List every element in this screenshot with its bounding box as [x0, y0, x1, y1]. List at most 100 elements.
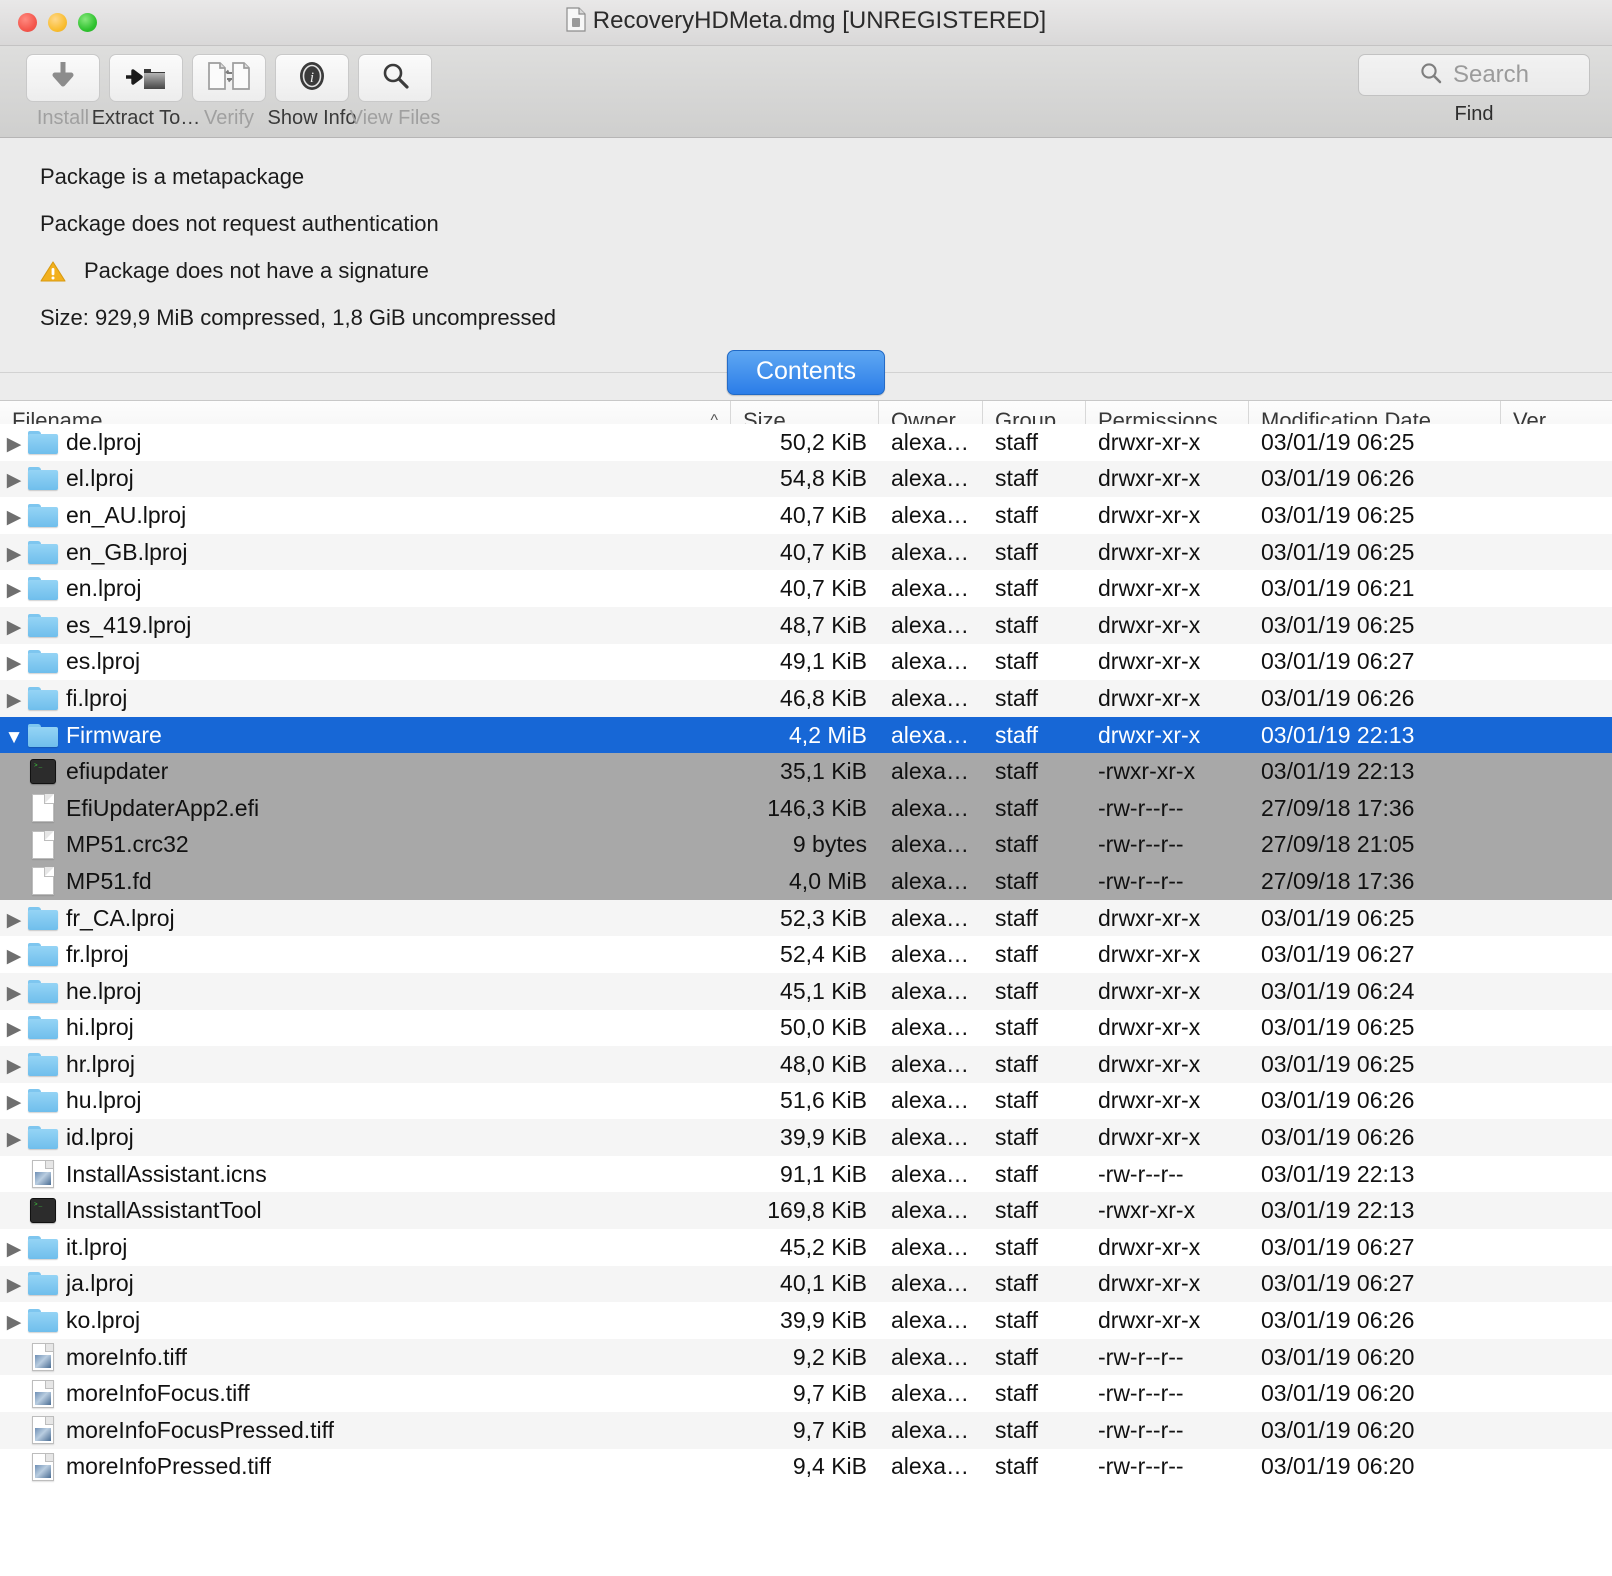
show-info-button-face[interactable]: i — [275, 54, 349, 102]
table-row[interactable]: ▶ el.lproj 54,8 KiB alexa… staff drwxr-xr-x 03… — [0, 460, 1612, 498]
show-info-button[interactable]: i Show Info — [268, 54, 356, 130]
cell-filename[interactable]: ▶ id.lproj — [0, 1119, 731, 1156]
cell-filename[interactable]: ▶ el.lproj — [0, 461, 731, 498]
zoom-button[interactable] — [78, 13, 97, 32]
disclosure-triangle[interactable]: ▶ — [0, 502, 28, 529]
table-row[interactable]: ▶ fi.lproj 46,8 KiB alexa… staff drwxr-xr-x 03… — [0, 680, 1612, 717]
cell-filename[interactable]: ▼ Firmware — [0, 717, 731, 754]
cell-filename[interactable]: InstallAssistant.icns — [0, 1156, 731, 1193]
minimize-button[interactable] — [48, 13, 67, 32]
disclosure-triangle[interactable]: ▶ — [0, 1234, 28, 1261]
search-input[interactable]: Search — [1358, 54, 1590, 96]
disclosure-triangle[interactable]: ▶ — [0, 1124, 28, 1151]
disclosure-triangle[interactable]: ▶ — [0, 539, 28, 566]
table-row[interactable]: moreInfoPressed.tiff 9,4 KiB alexa… staff -r… — [0, 1448, 1612, 1486]
filename-label: moreInfoFocus.tiff — [66, 1380, 250, 1407]
table-row[interactable]: ▶ it.lproj 45,2 KiB alexa… staff drwxr-xr-x 03… — [0, 1229, 1612, 1266]
tab-contents[interactable]: Contents — [726, 350, 886, 395]
table-row[interactable]: EfiUpdaterApp2.efi 146,3 KiB alexa… staff -r… — [0, 789, 1612, 827]
table-row[interactable]: ▶ hu.lproj 51,6 KiB alexa… staff drwxr-xr-x 03… — [0, 1082, 1612, 1120]
table-row[interactable]: ▶ id.lproj 39,9 KiB alexa… staff drwxr-xr-x 03… — [0, 1119, 1612, 1156]
cell-filename[interactable]: ▶ fr.lproj — [0, 936, 731, 973]
window-controls[interactable] — [18, 13, 97, 32]
disclosure-triangle[interactable]: ▶ — [0, 905, 28, 932]
verify-button[interactable]: Verify — [188, 54, 270, 130]
table-row[interactable]: ▶ hr.lproj 48,0 KiB alexa… staff drwxr-xr-x 03… — [0, 1046, 1612, 1083]
verify-button-face[interactable] — [192, 54, 266, 102]
cell-filename[interactable]: ▶ hi.lproj — [0, 1010, 731, 1047]
image-file-icon — [32, 1452, 54, 1481]
cell-filename[interactable]: ▶ es.lproj — [0, 644, 731, 681]
cell-filename[interactable]: MP51.fd — [0, 863, 731, 900]
install-button-face[interactable] — [26, 54, 100, 102]
table-row[interactable]: ▶ fr.lproj 52,4 KiB alexa… staff drwxr-xr-x 03… — [0, 936, 1612, 973]
table-row[interactable]: ▶ de.lproj 50,2 KiB alexa… staff drwxr-xr-x 03… — [0, 424, 1612, 461]
disclosure-triangle[interactable]: ▶ — [0, 465, 28, 492]
cell-filename[interactable]: MP51.crc32 — [0, 827, 731, 864]
cell-filename[interactable]: ▶ fi.lproj — [0, 680, 731, 717]
table-row[interactable]: ▶ es.lproj 49,1 KiB alexa… staff drwxr-xr-x 03… — [0, 643, 1612, 681]
cell-filename[interactable]: >_ InstallAssistantTool — [0, 1192, 731, 1229]
cell-filename[interactable]: moreInfoFocus.tiff — [0, 1375, 731, 1412]
cell-filename[interactable]: moreInfoPressed.tiff — [0, 1449, 731, 1486]
disclosure-triangle[interactable]: ▶ — [0, 978, 28, 1005]
cell-filename[interactable]: ▶ en.lproj — [0, 570, 731, 607]
extract-to-button[interactable]: Extract To… — [92, 54, 200, 130]
disclosure-triangle[interactable]: ▶ — [0, 685, 28, 712]
disclosure-triangle[interactable]: ▶ — [0, 575, 28, 602]
table-row[interactable]: ▶ ko.lproj 39,9 KiB alexa… staff drwxr-xr-x 03… — [0, 1302, 1612, 1339]
cell-filename[interactable]: moreInfo.tiff — [0, 1339, 731, 1376]
cell-filename[interactable]: ▶ hr.lproj — [0, 1046, 731, 1083]
table-row[interactable]: moreInfoFocus.tiff 9,7 KiB alexa… staff -rw-… — [0, 1375, 1612, 1413]
disclosure-triangle[interactable]: ▶ — [0, 941, 28, 968]
table-row[interactable]: moreInfoFocusPressed.tiff 9,7 KiB alexa… st… — [0, 1412, 1612, 1449]
table-row[interactable]: ▶ es_419.lproj 48,7 KiB alexa… staff drwxr-xr… — [0, 606, 1612, 644]
cell-filename[interactable]: moreInfoFocusPressed.tiff — [0, 1412, 731, 1449]
table-row[interactable]: ▶ en_AU.lproj 40,7 KiB alexa… staff drwxr-xr-… — [0, 497, 1612, 534]
document-icon — [32, 830, 54, 859]
table-row[interactable]: >_ InstallAssistantTool 169,8 KiB alexa… sta… — [0, 1192, 1612, 1230]
table-row[interactable]: ▶ hi.lproj 50,0 KiB alexa… staff drwxr-xr-x 03… — [0, 1009, 1612, 1047]
table-row[interactable]: ▶ fr_CA.lproj 52,3 KiB alexa… staff drwxr-xr-… — [0, 899, 1612, 937]
cell-filename[interactable]: ▶ es_419.lproj — [0, 607, 731, 644]
table-row[interactable]: moreInfo.tiff 9,2 KiB alexa… staff -rw-r--r-… — [0, 1338, 1612, 1376]
table-row[interactable]: ▶ en.lproj 40,7 KiB alexa… staff drwxr-xr-x 03… — [0, 570, 1612, 607]
cell-filename[interactable]: ▶ de.lproj — [0, 424, 731, 461]
cell-permissions: drwxr-xr-x — [1098, 1014, 1201, 1041]
disclosure-triangle[interactable]: ▶ — [0, 648, 28, 675]
table-row[interactable]: MP51.crc32 9 bytes alexa… staff -rw-r--r-- 27… — [0, 826, 1612, 864]
cell-filename[interactable]: ▶ he.lproj — [0, 973, 731, 1010]
view-files-button[interactable]: View Files — [350, 54, 440, 130]
filename-label: MP51.crc32 — [66, 831, 189, 858]
disclosure-triangle[interactable]: ▶ — [0, 1087, 28, 1114]
cell-filename[interactable]: ▶ it.lproj — [0, 1229, 731, 1266]
cell-filename[interactable]: ▶ hu.lproj — [0, 1083, 731, 1120]
cell-filename[interactable]: EfiUpdaterApp2.efi — [0, 790, 731, 827]
disclosure-triangle[interactable]: ▶ — [0, 612, 28, 639]
table-row[interactable]: MP51.fd 4,0 MiB alexa… staff -rw-r--r-- 27/09… — [0, 863, 1612, 900]
cell-filename[interactable]: ▶ ja.lproj — [0, 1266, 731, 1303]
disclosure-triangle[interactable]: ▶ — [0, 1270, 28, 1297]
extract-to-button-face[interactable] — [109, 54, 183, 102]
cell-filename[interactable]: ▶ ko.lproj — [0, 1302, 731, 1339]
table-row[interactable]: InstallAssistant.icns 91,1 KiB alexa… staff… — [0, 1155, 1612, 1193]
cell-filename[interactable]: ▶ fr_CA.lproj — [0, 900, 731, 937]
disclosure-triangle[interactable]: ▶ — [0, 1307, 28, 1334]
window-title-text: RecoveryHDMeta.dmg [UNREGISTERED] — [592, 6, 1047, 34]
table-row[interactable]: ▶ he.lproj 45,1 KiB alexa… staff drwxr-xr-x 03… — [0, 972, 1612, 1010]
view-files-button-face[interactable] — [358, 54, 432, 102]
cell-filename[interactable]: ▶ en_AU.lproj — [0, 497, 731, 534]
disclosure-triangle[interactable]: ▶ — [0, 1014, 28, 1041]
cell-version — [1501, 1083, 1612, 1120]
disclosure-triangle[interactable]: ▼ — [0, 722, 28, 749]
disclosure-triangle[interactable]: ▶ — [0, 1051, 28, 1078]
table-row[interactable]: >_ efiupdater 35,1 KiB alexa… staff -rwxr-xr-… — [0, 753, 1612, 790]
cell-filename[interactable]: ▶ en_GB.lproj — [0, 534, 731, 571]
table-row[interactable]: ▶ en_GB.lproj 40,7 KiB alexa… staff drwxr-xr-… — [0, 533, 1612, 571]
table-row[interactable]: ▼ Firmware 4,2 MiB alexa… staff drwxr-xr-x 03/… — [0, 716, 1612, 754]
disclosure-triangle[interactable]: ▶ — [0, 429, 28, 456]
close-button[interactable] — [18, 13, 37, 32]
table-row[interactable]: ▶ ja.lproj 40,1 KiB alexa… staff drwxr-xr-x 03… — [0, 1265, 1612, 1303]
cell-filename[interactable]: >_ efiupdater — [0, 753, 731, 790]
cell-permissions: drwxr-xr-x — [1098, 648, 1201, 675]
